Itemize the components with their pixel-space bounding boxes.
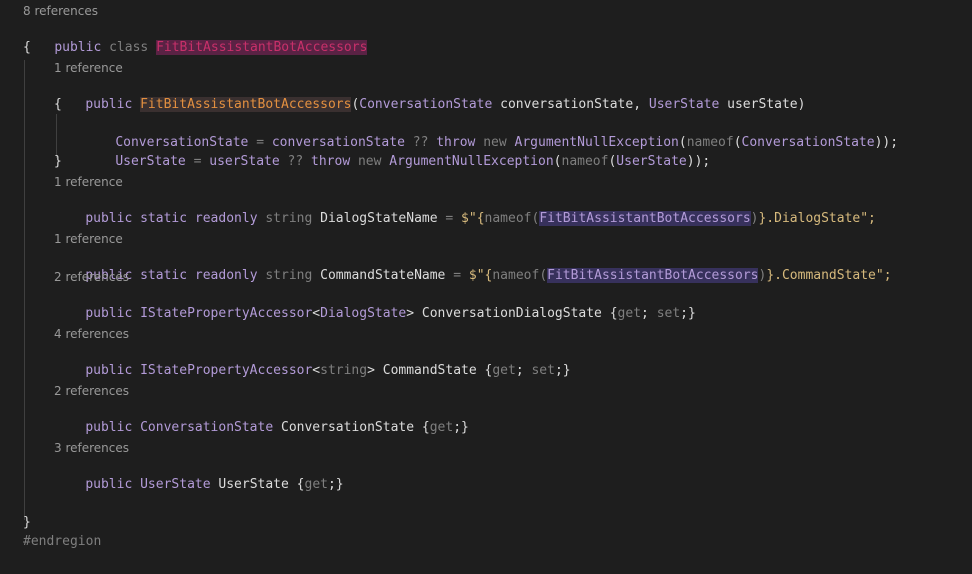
keyword-nameof: nameof xyxy=(484,211,532,226)
keyword-readonly: readonly xyxy=(194,211,258,226)
property-type: ConversationState xyxy=(140,420,274,435)
property-name: UserState xyxy=(218,477,289,492)
generic-type: DialogState xyxy=(320,306,407,321)
property-ref: UserState xyxy=(115,154,186,169)
interp-open: $"{ xyxy=(468,268,493,283)
class-name-reference[interactable]: FitBitAssistantBotAccessors xyxy=(547,268,759,283)
property-name: CommandState xyxy=(382,363,477,378)
code-editor[interactable]: 8 references public class FitBitAssistan… xyxy=(0,0,972,574)
param-name: userState xyxy=(727,97,798,112)
open-brace: { xyxy=(54,97,62,112)
keyword-new: new xyxy=(357,154,382,169)
param-type: UserState xyxy=(648,97,720,112)
code-line-user-state[interactable]: public UserState UserState {get;} xyxy=(54,456,343,492)
code-line-brace: { xyxy=(54,95,62,114)
field-name: DialogStateName xyxy=(320,211,438,226)
keyword-nameof: nameof xyxy=(492,268,540,283)
keyword-public: public xyxy=(85,306,133,321)
keyword-public: public xyxy=(85,420,133,435)
keyword-set: set xyxy=(531,363,555,378)
param-name: conversationState xyxy=(500,97,634,112)
keyword-get: get xyxy=(429,420,454,435)
class-name[interactable]: FitBitAssistantBotAccessors xyxy=(156,40,368,55)
keyword-class: class xyxy=(109,40,149,55)
code-line-endregion[interactable]: #endregion xyxy=(23,532,101,551)
close-brace: } xyxy=(54,154,62,169)
code-line-brace: { xyxy=(23,38,31,57)
keyword-public: public xyxy=(85,477,133,492)
exception-type: ArgumentNullException xyxy=(389,154,554,169)
codelens-command-accessor-references[interactable]: 4 references xyxy=(54,327,129,341)
code-line-dialog-accessor[interactable]: public IStatePropertyAccessor<DialogStat… xyxy=(54,285,696,321)
keyword-nameof: nameof xyxy=(561,154,609,169)
keyword-string: string xyxy=(320,363,368,378)
codelens-command-name-references[interactable]: 1 reference xyxy=(54,232,123,246)
interp-open: $"{ xyxy=(461,211,485,226)
param-type: ConversationState xyxy=(359,97,493,112)
string-suffix: }.DialogState"; xyxy=(758,211,876,226)
property-ref: UserState xyxy=(616,154,687,169)
field-name: CommandStateName xyxy=(320,268,446,283)
property-type: UserState xyxy=(140,477,211,492)
keyword-get: get xyxy=(492,363,516,378)
keyword-public: public xyxy=(54,40,102,55)
keyword-public: public xyxy=(85,97,133,112)
string-suffix: }.CommandState"; xyxy=(766,268,892,283)
indent-guide xyxy=(24,60,25,520)
constructor-name[interactable]: FitBitAssistantBotAccessors xyxy=(140,97,352,112)
keyword-get: get xyxy=(304,477,328,492)
open-brace: { xyxy=(23,40,31,55)
code-line-class-declaration[interactable]: public class FitBitAssistantBotAccessors xyxy=(23,19,368,55)
keyword-public: public xyxy=(85,211,133,226)
param-ref: userState xyxy=(209,154,280,169)
code-line-command-state-name[interactable]: public static readonly string CommandSta… xyxy=(54,247,892,283)
code-line-brace: } xyxy=(23,513,31,532)
keyword-static: static xyxy=(140,268,188,283)
accessor-type: IStatePropertyAccessor xyxy=(140,306,313,321)
code-line-conversation-state[interactable]: public ConversationState ConversationSta… xyxy=(54,399,469,435)
codelens-class-references[interactable]: 8 references xyxy=(23,4,98,18)
code-line-assignment[interactable]: UserState = userState ?? throw new Argum… xyxy=(84,133,710,169)
class-name-reference[interactable]: FitBitAssistantBotAccessors xyxy=(539,211,751,226)
property-ref: ConversationState xyxy=(741,135,875,150)
operator: ?? xyxy=(287,154,304,169)
code-line-constructor[interactable]: public FitBitAssistantBotAccessors(Conve… xyxy=(54,76,805,112)
accessor-type: IStatePropertyAccessor xyxy=(140,363,313,378)
codelens-dialog-name-references[interactable]: 1 reference xyxy=(54,175,123,189)
code-line-assignment[interactable]: ConversationState = conversationState ??… xyxy=(84,114,898,150)
codelens-dialog-accessor-references[interactable]: 2 references xyxy=(54,270,129,284)
codelens-conversation-state-references[interactable]: 2 references xyxy=(54,384,129,398)
keyword-string: string xyxy=(265,268,313,283)
code-line-brace: } xyxy=(54,152,62,171)
code-line-dialog-state-name[interactable]: public static readonly string DialogStat… xyxy=(54,190,876,226)
codelens-user-state-references[interactable]: 3 references xyxy=(54,441,129,455)
keyword-get: get xyxy=(617,306,642,321)
code-line-command-accessor[interactable]: public IStatePropertyAccessor<string> Co… xyxy=(54,342,570,378)
keyword-public: public xyxy=(85,363,133,378)
property-name: ConversationDialogState xyxy=(421,306,602,321)
close-brace: } xyxy=(23,515,31,530)
codelens-constructor-references[interactable]: 1 reference xyxy=(54,61,123,75)
property-name: ConversationState xyxy=(281,420,415,435)
keyword-string: string xyxy=(265,211,313,226)
preprocessor-endregion: #endregion xyxy=(23,534,102,549)
keyword-readonly: readonly xyxy=(194,268,258,283)
keyword-set: set xyxy=(656,306,681,321)
keyword-throw: throw xyxy=(311,154,351,169)
keyword-static: static xyxy=(140,211,188,226)
